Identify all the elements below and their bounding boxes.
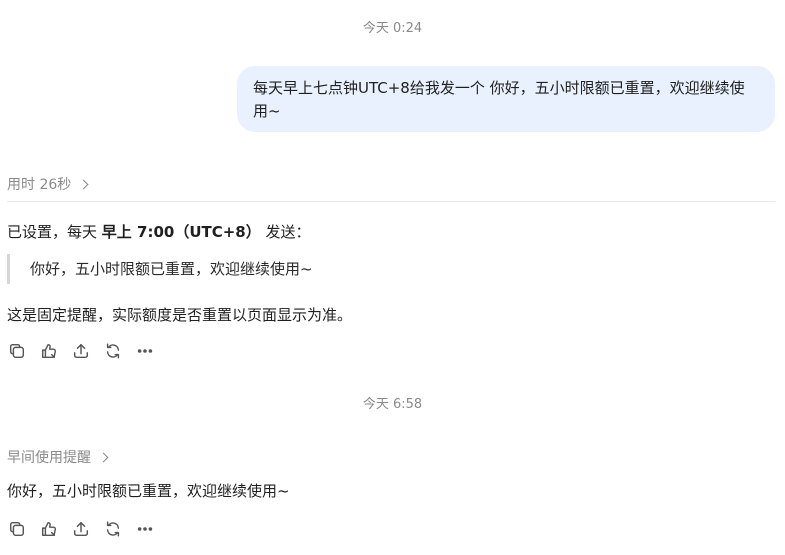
user-message-bubble: 每天早上七点钟UTC+8给我发一个 你好，五小时限额已重置，欢迎继续使用~ <box>237 66 775 132</box>
task-toggle[interactable]: 早间使用提醒 <box>7 447 109 467</box>
reply-time-bold: 早上 7:00（UTC+8） <box>101 223 261 241</box>
copy-icon <box>9 343 25 359</box>
regenerate-button[interactable] <box>103 519 123 539</box>
refresh-icon <box>106 521 120 537</box>
feedback-button[interactable] <box>39 519 59 539</box>
timestamp-first: 今天 0:24 <box>362 21 423 36</box>
more-icon <box>137 349 153 353</box>
more-icon <box>137 527 153 531</box>
divider <box>7 201 775 202</box>
feedback-button[interactable] <box>39 341 59 361</box>
refresh-icon <box>106 343 120 359</box>
share-icon <box>73 343 89 359</box>
copy-icon <box>9 521 25 537</box>
reply-suffix: 发送： <box>260 223 311 241</box>
task-message: 你好，五小时限额已重置，欢迎继续使用~ <box>7 482 290 500</box>
reply-action-bar <box>7 341 155 361</box>
copy-button[interactable] <box>7 341 27 361</box>
share-button[interactable] <box>71 519 91 539</box>
more-button[interactable] <box>135 519 155 539</box>
reply-blockquote: 你好，五小时限额已重置，欢迎继续使用~ <box>7 254 313 284</box>
reply-line: 已设置，每天 早上 7:00（UTC+8） 发送： <box>7 221 311 242</box>
reply-prefix: 已设置，每天 <box>7 223 102 241</box>
chevron-right-icon <box>78 179 89 189</box>
share-icon <box>73 521 89 537</box>
task-label: 早间使用提醒 <box>7 450 91 466</box>
timestamp-second: 今天 6:58 <box>362 397 423 412</box>
regenerate-button[interactable] <box>103 341 123 361</box>
chat-page: 今天 0:24 每天早上七点钟UTC+8给我发一个 你好，五小时限额已重置，欢迎… <box>0 0 785 555</box>
task-action-bar <box>7 519 155 539</box>
thinking-toggle[interactable]: 用时 26秒 <box>7 174 89 194</box>
more-button[interactable] <box>135 341 155 361</box>
thumbs-icon <box>41 521 57 537</box>
user-message-text: 每天早上七点钟UTC+8给我发一个 你好，五小时限额已重置，欢迎继续使用~ <box>253 79 745 120</box>
share-button[interactable] <box>71 341 91 361</box>
thinking-label: 用时 26秒 <box>7 177 72 193</box>
reply-quote-text: 你好，五小时限额已重置，欢迎继续使用~ <box>30 260 313 278</box>
thumbs-icon <box>41 343 57 359</box>
reply-note: 这是固定提醒，实际额度是否重置以页面显示为准。 <box>7 306 353 324</box>
copy-button[interactable] <box>7 519 27 539</box>
chevron-right-icon <box>98 452 109 462</box>
